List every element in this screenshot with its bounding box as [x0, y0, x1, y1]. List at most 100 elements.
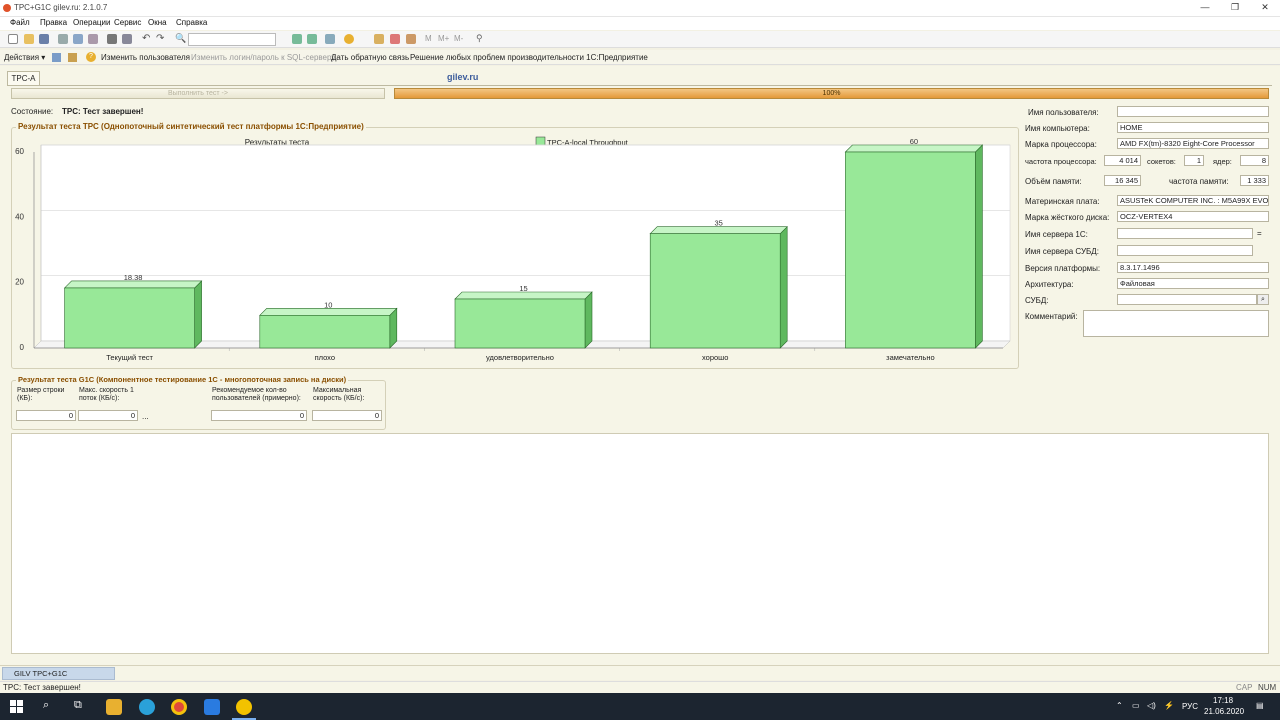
power-icon[interactable]: ⚡ — [1164, 701, 1174, 710]
bar-value-label: 18.38 — [124, 273, 143, 282]
print-preview-icon[interactable] — [122, 34, 132, 44]
x-tick-label: Текущий тест — [106, 353, 153, 362]
paste-icon[interactable] — [88, 34, 98, 44]
y-tick-label: 20 — [15, 278, 24, 287]
bar — [64, 287, 195, 349]
dbms-search-icon[interactable]: ⌕ — [1257, 294, 1269, 305]
window-list-bar: GILV TPC+G1C — [0, 665, 1280, 680]
menu-file[interactable]: Файл — [10, 18, 30, 27]
menu-operations[interactable]: Операции — [73, 18, 110, 27]
actions-menu[interactable]: Действия ▾ — [4, 53, 45, 62]
g1c-group-title: Результат теста G1C (Компонентное тестир… — [16, 375, 349, 384]
motherboard-field[interactable]: ASUSTeK COMPUTER INC. : M5A99X EVO — [1117, 195, 1269, 206]
platform-field[interactable]: 8.3.17.1496 — [1117, 262, 1269, 273]
search-icon[interactable]: 🔍 — [175, 33, 186, 44]
change-login-link[interactable]: Изменить логин/пароль к SQL-серверу — [191, 53, 335, 62]
menu-edit[interactable]: Правка — [40, 18, 67, 27]
search-combo[interactable] — [188, 33, 276, 46]
new-file-icon[interactable] — [8, 34, 18, 44]
table-icon[interactable] — [406, 34, 416, 44]
explorer-icon[interactable] — [106, 699, 122, 715]
print-icon[interactable] — [107, 34, 117, 44]
minimize-icon[interactable]: — — [1190, 0, 1220, 17]
undo-icon[interactable]: ↶ — [142, 33, 150, 44]
cpu-freq-field[interactable]: 4 014 — [1104, 155, 1141, 166]
computer-field[interactable]: HOME — [1117, 122, 1269, 133]
memory-m-icon[interactable]: M — [425, 34, 432, 43]
find-prev-icon[interactable] — [307, 34, 317, 44]
feedback-link[interactable]: Дать обратную связь — [331, 53, 409, 62]
memory-freq-field[interactable]: 1 333 — [1240, 175, 1269, 186]
copy-icon[interactable] — [73, 34, 83, 44]
tab-tpc-a[interactable]: TPC-A — [7, 71, 40, 85]
calculator-icon[interactable] — [390, 34, 400, 44]
network-icon[interactable]: ▭ — [1132, 701, 1140, 710]
bar-side — [194, 280, 202, 349]
menu-service[interactable]: Сервис — [114, 18, 141, 27]
help-icon[interactable] — [344, 34, 354, 44]
menu-help[interactable]: Справка — [176, 18, 207, 27]
server-1c-clear-button[interactable]: = — [1257, 229, 1262, 238]
cpu-field[interactable]: AMD FX(tm)-8320 Eight-Core Processor — [1117, 138, 1269, 149]
user-icon[interactable] — [52, 53, 61, 62]
trello-icon[interactable] — [204, 699, 220, 715]
redo-icon[interactable]: ↷ — [156, 33, 164, 44]
save-icon[interactable] — [39, 34, 49, 44]
log-area[interactable] — [11, 433, 1269, 654]
row-size-field[interactable]: 0 — [16, 410, 76, 421]
taskbar-search-icon[interactable]: ⌕ — [43, 699, 49, 712]
architecture-field[interactable]: Файловая — [1117, 278, 1269, 289]
bar — [454, 298, 586, 349]
clock-time[interactable]: 17:18 — [1213, 696, 1233, 705]
comment-field[interactable] — [1083, 310, 1269, 337]
cut-icon[interactable] — [58, 34, 68, 44]
memory-mminus-icon[interactable]: M- — [454, 34, 463, 43]
window-list-item[interactable]: GILV TPC+G1C — [2, 667, 115, 680]
language-indicator[interactable]: РУС — [1182, 702, 1198, 711]
y-tick-label: 40 — [15, 212, 24, 221]
users-field[interactable]: 0 — [211, 410, 307, 421]
telegram-icon[interactable] — [139, 699, 155, 715]
change-user-link[interactable]: Изменить пользователя — [101, 53, 190, 62]
calendar-icon[interactable] — [374, 34, 384, 44]
disk-field[interactable]: OCZ-VERTEX4 — [1117, 211, 1269, 222]
comment-label: Комментарий: — [1025, 312, 1078, 321]
tools-icon[interactable]: ⚲ — [476, 33, 483, 44]
architecture-label: Архитектура: — [1025, 280, 1074, 289]
windows-icon[interactable] — [325, 34, 335, 44]
window-title: ТРС+G1C gilev.ru: 2.1.0.7 — [14, 3, 108, 12]
task-view-icon[interactable]: ⧉ — [74, 699, 82, 712]
cores-field[interactable]: 8 — [1240, 155, 1269, 166]
max-speed-field[interactable]: 0 — [312, 410, 382, 421]
notifications-icon[interactable]: ▤ — [1256, 701, 1264, 710]
export-icon[interactable] — [68, 53, 77, 62]
question-icon[interactable]: ? — [86, 52, 96, 62]
dbms-field[interactable] — [1117, 294, 1257, 305]
menu-windows[interactable]: Окна — [148, 18, 167, 27]
windows-start-icon[interactable] — [10, 700, 23, 713]
1c-icon[interactable] — [236, 699, 252, 715]
memory-mplus-icon[interactable]: M+ — [438, 34, 449, 43]
user-field[interactable] — [1117, 106, 1269, 117]
find-next-icon[interactable] — [292, 34, 302, 44]
dbms-server-field[interactable] — [1117, 245, 1253, 256]
server-1c-field[interactable] — [1117, 228, 1253, 239]
site-link[interactable]: gilev.ru — [447, 72, 478, 82]
clock-date[interactable]: 21.06.2020 — [1204, 707, 1244, 716]
chrome-icon[interactable] — [171, 699, 187, 715]
close-icon[interactable]: ✕ — [1250, 0, 1280, 17]
platform-label: Версия платформы: — [1025, 264, 1101, 273]
g1c-details-button[interactable]: ... — [142, 412, 149, 421]
sockets-field[interactable]: 1 — [1184, 155, 1204, 166]
restore-icon[interactable]: ❐ — [1220, 0, 1250, 17]
volume-icon[interactable]: ◁) — [1147, 701, 1156, 710]
tray-up-icon[interactable]: ⌃ — [1116, 701, 1123, 710]
memory-freq-label: частота памяти: — [1169, 177, 1229, 186]
menu-bar: Файл Правка Операции Сервис Окна Справка — [0, 17, 1280, 30]
run-test-button[interactable]: Выполнить тест -> — [11, 88, 385, 99]
open-folder-icon[interactable] — [24, 34, 34, 44]
memory-field[interactable]: 16 345 — [1104, 175, 1141, 186]
solutions-link[interactable]: Решение любых проблем производительности… — [410, 53, 648, 62]
max-speed-1-field[interactable]: 0 — [78, 410, 138, 421]
status-bar: TPC: Тест завершен! CAP NUM — [0, 681, 1280, 693]
